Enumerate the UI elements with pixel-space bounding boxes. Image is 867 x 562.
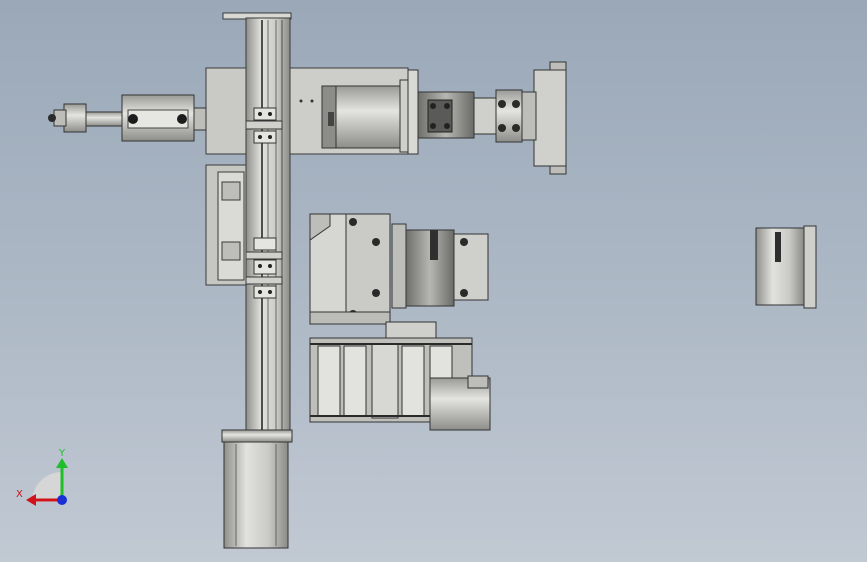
triad-x-label: X: [16, 489, 23, 500]
end-gripper-plate[interactable]: [521, 61, 567, 175]
vertical-rail-bottom-flange: [221, 429, 293, 443]
cylinder-rod-end: [63, 103, 87, 133]
rotary-gripper-unit[interactable]: [309, 213, 489, 325]
coordinate-triad: Y X: [16, 448, 68, 506]
detached-cylindrical-part[interactable]: [755, 225, 817, 309]
triad-y-label: Y: [58, 448, 66, 459]
pneumatic-cylinder[interactable]: [48, 94, 207, 142]
cylinder-rod: [83, 111, 123, 127]
vertical-servo-motor: [223, 441, 289, 549]
cable-drag-chain[interactable]: [309, 321, 491, 431]
cad-model-viewport[interactable]: Y X: [0, 0, 867, 562]
coupling-and-reducer[interactable]: [417, 89, 523, 143]
